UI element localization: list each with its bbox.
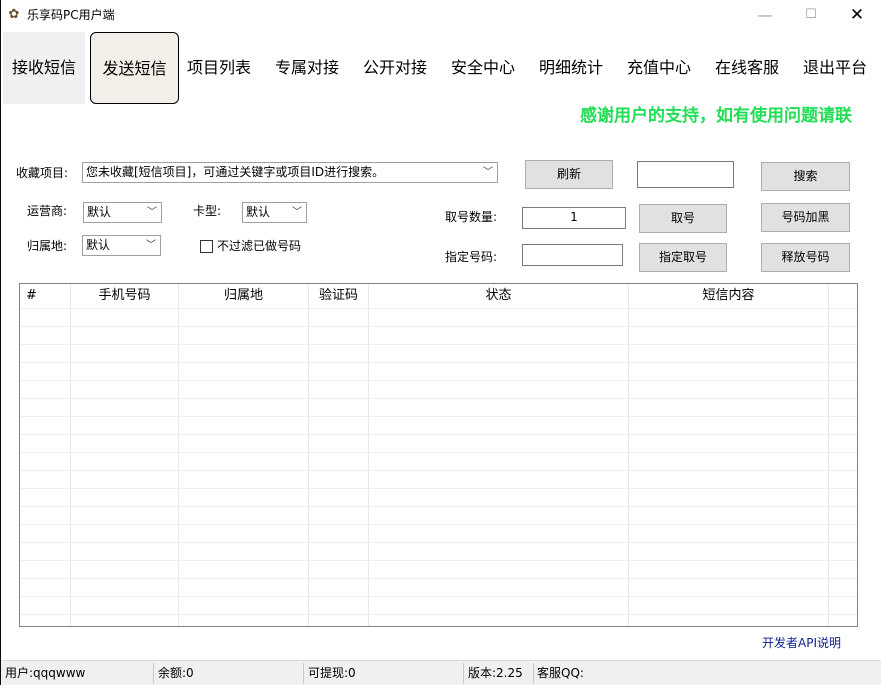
announcement-marquee: 感谢用户的支持，如有使用问题请联 [580, 106, 852, 126]
blacklist-number-button[interactable]: 号码加黑 [761, 203, 850, 232]
row-divider [20, 560, 857, 561]
col-header-phone[interactable]: 手机号码 [71, 284, 178, 308]
row-divider [20, 614, 857, 615]
region-value: 默认 [86, 238, 111, 252]
col-header-status[interactable]: 状态 [369, 284, 628, 308]
row-divider [20, 596, 857, 597]
assign-number-label: 指定号码: [445, 250, 498, 264]
col-header-code[interactable]: 验证码 [309, 284, 368, 308]
quantity-input[interactable]: 1 [522, 207, 626, 229]
fav-project-select[interactable]: 您未收藏[短信项目]，可通过关键字或项目ID进行搜索。 ﹀ [82, 162, 498, 183]
col-header-region[interactable]: 归属地 [179, 284, 308, 308]
window-title: 乐享码PC用户端 [27, 8, 115, 22]
tab-support[interactable]: 在线客服 [708, 32, 786, 104]
close-button[interactable]: ✕ [834, 0, 880, 30]
developer-api-link[interactable]: 开发者API说明 [762, 634, 841, 652]
card-type-select[interactable]: 默认 ﹀ [242, 202, 307, 223]
row-divider [20, 326, 857, 327]
no-filter-label: 不过滤已做号码 [217, 239, 302, 253]
column-divider [828, 284, 829, 626]
row-divider [20, 362, 857, 363]
status-version: 版本:2.25 [468, 666, 523, 680]
row-divider [20, 308, 857, 309]
row-divider [20, 470, 857, 471]
take-number-button[interactable]: 取号 [639, 204, 727, 233]
column-divider [70, 284, 71, 626]
card-type-label: 卡型: [193, 204, 222, 218]
search-input[interactable] [637, 161, 734, 188]
tab-statistics[interactable]: 明细统计 [532, 32, 610, 104]
row-divider [20, 416, 857, 417]
chevron-down-icon: ﹀ [483, 167, 493, 178]
row-divider [20, 524, 857, 525]
column-divider [178, 284, 179, 626]
chevron-down-icon: ﹀ [147, 207, 157, 218]
row-divider [20, 344, 857, 345]
card-type-value: 默认 [246, 205, 271, 219]
row-divider [20, 506, 857, 507]
assign-take-button[interactable]: 指定取号 [639, 243, 727, 272]
sms-table[interactable]: # 手机号码 归属地 验证码 状态 短信内容 [19, 283, 858, 627]
chevron-down-icon: ﹀ [292, 207, 302, 218]
status-withdrawable: 可提现:0 [308, 666, 356, 680]
region-select[interactable]: 默认 ﹀ [82, 235, 161, 256]
col-header-content[interactable]: 短信内容 [629, 284, 828, 308]
assign-number-input[interactable] [522, 244, 623, 266]
minimize-button[interactable]: — [742, 0, 788, 30]
tab-project-list[interactable]: 项目列表 [181, 32, 257, 104]
row-divider [20, 488, 857, 489]
fav-project-label: 收藏项目: [16, 166, 69, 180]
column-divider [628, 284, 629, 626]
col-header-index[interactable]: # [20, 284, 40, 308]
row-divider [20, 434, 857, 435]
column-divider [308, 284, 309, 626]
row-divider [20, 380, 857, 381]
region-label: 归属地: [27, 239, 68, 253]
quantity-label: 取号数量: [445, 210, 498, 224]
status-bar: 用户:qqqwww 余额:0 可提现:0 版本:2.25 客服QQ: [1, 660, 881, 685]
tab-security-center[interactable]: 安全中心 [444, 32, 522, 104]
status-user: 用户:qqqwww [5, 666, 86, 680]
maximize-button[interactable]: ☐ [788, 0, 834, 30]
row-divider [20, 452, 857, 453]
status-support-qq: 客服QQ: [537, 666, 584, 680]
tab-receive-sms[interactable]: 接收短信 [3, 32, 85, 104]
column-divider [368, 284, 369, 626]
refresh-button[interactable]: 刷新 [525, 160, 613, 189]
row-divider [20, 542, 857, 543]
row-divider [20, 578, 857, 579]
status-balance: 余额:0 [158, 666, 194, 680]
app-logo-icon: ✿ [8, 7, 20, 22]
tab-public-dock[interactable]: 公开对接 [356, 32, 434, 104]
tab-send-sms[interactable]: 发送短信 [90, 32, 179, 104]
tab-exclusive-dock[interactable]: 专属对接 [268, 32, 346, 104]
carrier-label: 运营商: [27, 204, 68, 218]
tab-logout[interactable]: 退出平台 [796, 32, 874, 104]
tab-recharge[interactable]: 充值中心 [620, 32, 698, 104]
search-button[interactable]: 搜索 [761, 162, 850, 191]
carrier-select[interactable]: 默认 ﹀ [83, 202, 162, 223]
row-divider [20, 398, 857, 399]
fav-project-value: 您未收藏[短信项目]，可通过关键字或项目ID进行搜索。 [86, 165, 385, 179]
carrier-value: 默认 [87, 205, 112, 219]
no-filter-checkbox[interactable] [200, 240, 213, 253]
chevron-down-icon: ﹀ [146, 240, 156, 251]
release-number-button[interactable]: 释放号码 [761, 243, 850, 272]
